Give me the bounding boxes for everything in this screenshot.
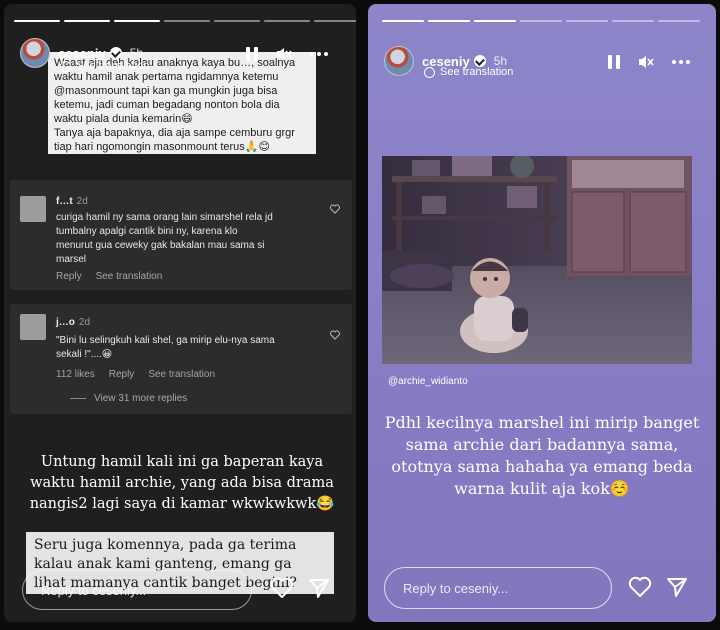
progress-segment <box>214 20 260 22</box>
reply-input[interactable]: Reply to ceseniy... <box>384 567 612 609</box>
comment-line: "Bini lu selingkuh kali shel, ga mirip e… <box>56 335 275 346</box>
caption-line: warna kulit aja kok☺️ <box>454 479 630 498</box>
translate-icon <box>424 66 435 78</box>
mute-icon[interactable] <box>276 46 292 62</box>
avatar[interactable] <box>20 38 50 68</box>
comment-actions: Reply See translation <box>56 271 162 282</box>
send-icon[interactable] <box>666 576 688 598</box>
story-age: 5h <box>129 46 144 60</box>
comment-age: 2d <box>76 196 88 207</box>
caption-line: Untung hamil kali ini ga baperan kaya <box>40 454 324 470</box>
progress-segment <box>658 20 700 22</box>
see-translation-label: See translation <box>440 66 514 78</box>
progress-segment <box>64 20 110 22</box>
send-icon[interactable] <box>308 577 330 599</box>
photo-credit-tag[interactable]: @archie_widianto <box>388 376 468 387</box>
more-options-icon[interactable] <box>672 60 690 64</box>
likes-count[interactable]: 112 likes <box>56 369 95 380</box>
progress-segment <box>14 20 60 22</box>
view-more-label: View 31 more replies <box>94 393 188 404</box>
commenter-name-row: j…o 2d <box>56 317 90 328</box>
progress-segment <box>612 20 654 22</box>
mute-icon[interactable] <box>638 54 654 70</box>
progress-segment <box>566 20 608 22</box>
comment-line: tumbalny apalgi cantik bini ny, karena k… <box>56 226 238 237</box>
repost-line: waktu hamil anak pertama ngidamnya ketem… <box>54 71 279 83</box>
reply-placeholder: Reply to ceseniy... <box>41 582 147 598</box>
like-heart-icon[interactable] <box>330 204 340 214</box>
left-story-panel: Waaat aja deh kalau anaknya kaya bu…, so… <box>4 4 356 622</box>
see-translation-link[interactable]: See translation <box>96 271 163 282</box>
view-more-replies[interactable]: View 31 more replies <box>70 393 187 404</box>
story-controls <box>246 46 328 62</box>
progress-segment <box>520 20 562 22</box>
repost-line: Tanya aja bapaknya, dia aja sampe cembur… <box>54 127 295 139</box>
like-heart-icon[interactable] <box>270 577 294 599</box>
caption-line: Seru juga komennya, pada ga terima <box>34 537 297 553</box>
comment-line: marsel <box>56 254 87 265</box>
comment-text: curiga hamil ny sama orang lain simarshe… <box>56 211 326 267</box>
caption-line: waktu hamil archie, yang ada bisa drama <box>30 475 334 491</box>
like-heart-icon[interactable] <box>628 576 652 598</box>
comment-text: "Bini lu selingkuh kali shel, ga mirip e… <box>56 334 326 362</box>
divider <box>70 398 86 399</box>
pause-icon[interactable] <box>246 47 258 61</box>
see-translation-link[interactable]: See translation <box>148 369 215 380</box>
username[interactable]: ceseniy <box>58 46 106 61</box>
commenter-avatar[interactable] <box>20 196 46 222</box>
caption-line: sama archie dari badannya sama, <box>405 435 679 454</box>
translate-icon <box>60 60 71 72</box>
story-caption: Untung hamil kali ini ga baperan kaya wa… <box>24 452 340 515</box>
story-controls <box>608 54 690 70</box>
caption-line: ototnya sama hahaha ya emang beda <box>391 457 693 476</box>
comment-actions: 112 likes Reply See translation <box>56 369 215 380</box>
comment-card: f…t 2d curiga hamil ny sama orang lain si… <box>10 180 352 290</box>
comment-line: sekali !"....😀 <box>56 349 113 360</box>
reply-placeholder: Reply to ceseniy... <box>403 580 509 596</box>
reply-link[interactable]: Reply <box>109 369 135 380</box>
pause-icon[interactable] <box>608 55 620 69</box>
repost-line: waktu piala dunia kemarin😄 <box>54 113 193 125</box>
comment-line: menurut gua ceweky gak bakalan mau sama … <box>56 240 265 251</box>
repost-line: tiap hari ngomongin masonmount terus🙏😊 <box>54 141 270 153</box>
commenter-avatar[interactable] <box>20 314 46 340</box>
like-heart-icon[interactable] <box>330 330 340 340</box>
avatar[interactable] <box>384 46 414 76</box>
comment-card: j…o 2d "Bini lu selingkuh kali shel, ga m… <box>10 304 352 414</box>
commenter-name-row: f…t 2d <box>56 196 88 207</box>
story-caption: Pdhl kecilnya marshel ini mirip banget s… <box>378 412 706 500</box>
progress-segment <box>382 20 424 22</box>
caption-line: Pdhl kecilnya marshel ini mirip banget <box>384 413 700 432</box>
right-story-panel: ceseniy 5h See translation @archie_widia… <box>368 4 716 622</box>
repost-line: @masonmount tapi kan ga mungkin juga bis… <box>54 85 278 97</box>
see-translation-link[interactable]: See translation <box>60 60 149 72</box>
reply-link[interactable]: Reply <box>56 271 82 282</box>
progress-segment <box>114 20 160 22</box>
baby-photo-illustration <box>382 156 692 364</box>
progress-segment <box>428 20 470 22</box>
progress-segment <box>314 20 356 22</box>
caption-line: nangis2 lagi saya di kamar wkwkwkwk😂 <box>29 496 335 512</box>
see-translation-label: See translation <box>76 60 150 72</box>
comment-line: curiga hamil ny sama orang lain simarshe… <box>56 212 273 223</box>
verified-badge-icon <box>109 47 122 59</box>
comment-age: 2d <box>78 317 91 328</box>
progress-segment <box>164 20 210 22</box>
commenter-name[interactable]: j…o <box>56 317 75 328</box>
repost-line: ketemu, jadi cuman begadang nonton bola … <box>54 99 280 111</box>
more-options-icon[interactable] <box>310 52 328 56</box>
commenter-name[interactable]: f…t <box>56 196 73 207</box>
story-progress <box>382 20 700 22</box>
story-progress <box>14 20 356 22</box>
baby-photo <box>382 156 692 364</box>
see-translation-link[interactable]: See translation <box>424 66 513 78</box>
reply-input[interactable]: Reply to ceseniy... <box>22 570 252 610</box>
progress-segment <box>474 20 516 22</box>
progress-segment <box>264 20 310 22</box>
